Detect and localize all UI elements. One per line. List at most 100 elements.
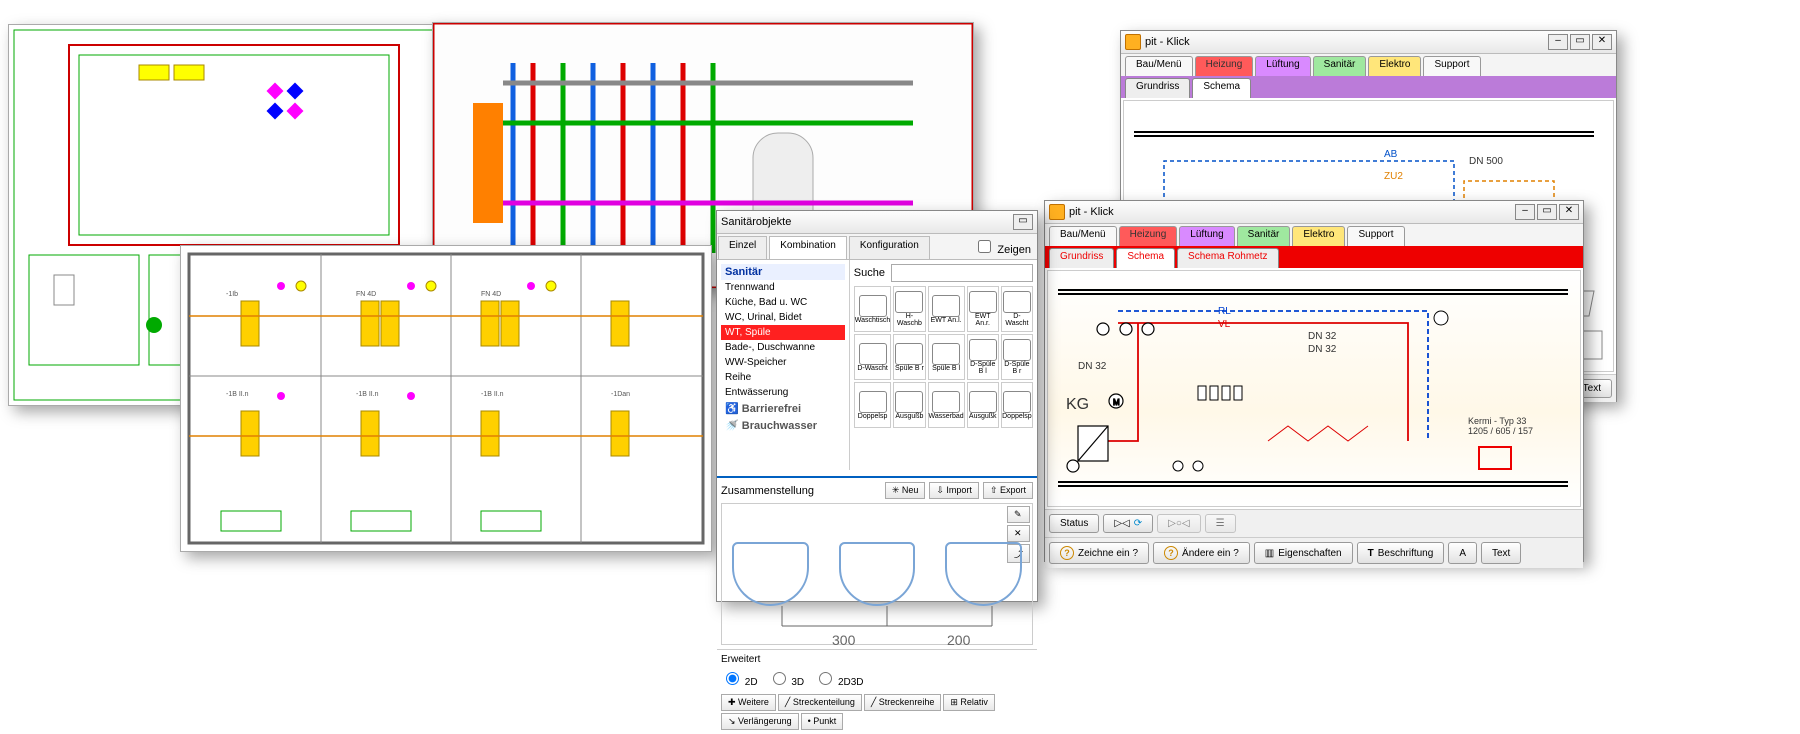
symbol-item[interactable]: Ausgußb	[893, 382, 925, 428]
sink-symbol	[945, 542, 1022, 606]
close-button[interactable]: ✕	[1592, 34, 1612, 50]
symbol-item[interactable]: Waschtisch	[854, 286, 892, 332]
tree-item[interactable]: WC, Urinal, Bidet	[721, 310, 845, 325]
symbol-item[interactable]: D-Spüle B l	[967, 334, 999, 380]
relativ-button[interactable]: ⊞ Relativ	[943, 694, 995, 711]
zeichne-button[interactable]: ?Zeichne ein ?	[1049, 542, 1149, 564]
symbol-item[interactable]: Doppelsp	[854, 382, 892, 428]
minimize-button[interactable]: –	[1515, 204, 1535, 220]
sub-tabs: Grundriss Schema	[1121, 76, 1616, 98]
a-button[interactable]: A	[1448, 542, 1477, 564]
punkt-button[interactable]: • Punkt	[801, 713, 844, 730]
dialog-footer: Erweitert 2D 3D 2D3D ✚ Weitere ╱ Strecke…	[717, 649, 1037, 734]
subtab-rohmetz[interactable]: Schema Rohmetz	[1177, 248, 1278, 268]
zusammen-label: Zusammenstellung	[721, 485, 881, 497]
valve-tool-3[interactable]: ☰	[1205, 514, 1236, 533]
titlebar[interactable]: Sanitärobjekte ▭	[717, 211, 1037, 234]
tab-support[interactable]: Support	[1347, 226, 1404, 246]
tab-sanitaer[interactable]: Sanitär	[1313, 56, 1367, 76]
preview-tool[interactable]: ✎	[1007, 506, 1030, 523]
schema-canvas[interactable]: RL VL DN 32 DN 32 DN 32 KG 1 Kermi - Typ…	[1047, 270, 1581, 507]
streckenteilung-button[interactable]: ╱ Streckenteilung	[778, 694, 862, 711]
tree-item-selected[interactable]: WT, Spüle	[721, 325, 845, 340]
search-input[interactable]	[891, 264, 1033, 282]
close-button[interactable]: ✕	[1559, 204, 1579, 220]
valve-tool-2[interactable]: ▷○◁	[1157, 514, 1200, 533]
import-button[interactable]: ⇩ Import	[929, 482, 979, 499]
verlaengerung-button[interactable]: ↘ Verlängerung	[721, 713, 799, 730]
titlebar[interactable]: pit - Klick – ▭ ✕	[1045, 201, 1583, 224]
main-tabs: Bau/Menü Heizung Lüftung Sanitär Elektro…	[1045, 224, 1583, 246]
window-controls: – ▭ ✕	[1515, 204, 1579, 220]
beschriftung-button[interactable]: T Beschriftung	[1357, 542, 1445, 564]
tree-item[interactable]: Küche, Bad u. WC	[721, 295, 845, 310]
subtab-grundriss[interactable]: Grundriss	[1049, 248, 1114, 268]
window-title: pit - Klick	[1069, 206, 1114, 218]
symbol-item[interactable]: D-Wascht	[854, 334, 892, 380]
symbol-item[interactable]: H-Waschb	[893, 286, 925, 332]
preview-canvas[interactable]: ✎ ✕ ⤴ 300 200	[721, 503, 1033, 645]
symbol-item[interactable]: Wasserbad	[928, 382, 965, 428]
subtab-schema[interactable]: Schema	[1192, 78, 1251, 98]
symbol-item[interactable]: D-Spüle B r	[1001, 334, 1033, 380]
tab-elektro[interactable]: Elektro	[1292, 226, 1345, 246]
neu-button[interactable]: ✳ Neu	[885, 482, 926, 499]
maximize-button[interactable]: ▭	[1537, 204, 1557, 220]
category-tree[interactable]: Sanitär Trennwand Küche, Bad u. WC WC, U…	[717, 260, 850, 470]
valve-tool-1[interactable]: ▷◁⟳	[1103, 514, 1153, 533]
svg-text:-1B II.n: -1B II.n	[226, 391, 249, 398]
titlebar[interactable]: pit - Klick – ▭ ✕	[1121, 31, 1616, 54]
zeigen-checkbox[interactable]: Zeigen	[974, 244, 1031, 256]
tree-item[interactable]: Bade-, Duschwanne	[721, 340, 845, 355]
status-button[interactable]: Status	[1049, 514, 1099, 533]
tree-header-brauchwasser[interactable]: 🚿 Brauchwasser	[721, 417, 845, 434]
tab-baumenu[interactable]: Bau/Menü	[1125, 56, 1193, 76]
symbol-item[interactable]: Doppelsp	[1001, 382, 1033, 428]
minimize-button[interactable]: –	[1548, 34, 1568, 50]
tree-item[interactable]: WW-Speicher	[721, 355, 845, 370]
tree-header-barrierefrei[interactable]: ♿ Barrierefrei	[721, 400, 845, 417]
close-button[interactable]: ▭	[1013, 214, 1033, 230]
export-button[interactable]: ⇧ Export	[983, 482, 1033, 499]
tree-item[interactable]: Entwässerung	[721, 385, 845, 400]
tab-elektro[interactable]: Elektro	[1368, 56, 1421, 76]
radio-2d3d[interactable]: 2D3D	[814, 669, 863, 688]
symbol-item[interactable]: Ausgußk	[967, 382, 999, 428]
tab-kombination[interactable]: Kombination	[769, 236, 847, 259]
tab-lueftung[interactable]: Lüftung	[1179, 226, 1234, 246]
tab-baumenu[interactable]: Bau/Menü	[1049, 226, 1117, 246]
symbol-item[interactable]: Spüle B l	[928, 334, 965, 380]
subtab-schema[interactable]: Schema	[1116, 248, 1175, 268]
window-controls: – ▭ ✕	[1548, 34, 1612, 50]
preview-tool[interactable]: ✕	[1007, 525, 1030, 542]
subtab-grundriss[interactable]: Grundriss	[1125, 78, 1190, 98]
tree-item[interactable]: Trennwand	[721, 280, 845, 295]
symbol-item[interactable]: EWT An.r.	[967, 286, 999, 332]
symbol-item[interactable]: EWT An.l.	[928, 286, 965, 332]
tree-item[interactable]: Reihe	[721, 370, 845, 385]
tab-konfiguration[interactable]: Konfiguration	[849, 236, 930, 259]
tab-einzel[interactable]: Einzel	[718, 236, 767, 259]
dialog-tabs: Einzel Kombination Konfiguration Zeigen	[717, 234, 1037, 260]
aendere-button[interactable]: ?Ändere ein ?	[1153, 542, 1250, 564]
svg-text:-1B II.n: -1B II.n	[356, 391, 379, 398]
sink-symbol	[839, 542, 916, 606]
maximize-button[interactable]: ▭	[1570, 34, 1590, 50]
tab-sanitaer[interactable]: Sanitär	[1237, 226, 1291, 246]
svg-text:M: M	[1113, 398, 1120, 407]
tab-heizung[interactable]: Heizung	[1195, 56, 1254, 76]
text-button[interactable]: Text	[1481, 542, 1521, 564]
tab-support[interactable]: Support	[1423, 56, 1480, 76]
streckenreihe-button[interactable]: ╱ Streckenreihe	[864, 694, 941, 711]
tree-header-sanitaer[interactable]: Sanitär	[721, 264, 845, 280]
symbol-item[interactable]: Spüle B r	[893, 334, 925, 380]
tab-heizung[interactable]: Heizung	[1119, 226, 1178, 246]
radio-2d[interactable]: 2D	[721, 669, 758, 688]
symbol-item[interactable]: D-Wascht	[1001, 286, 1033, 332]
svg-text:FN 4D: FN 4D	[356, 291, 376, 298]
zusammenstellung-panel: Zusammenstellung ✳ Neu ⇩ Import ⇧ Export…	[717, 476, 1037, 649]
weitere-button[interactable]: ✚ Weitere	[721, 694, 776, 711]
eigenschaften-button[interactable]: ▥ Eigenschaften	[1254, 542, 1353, 564]
tab-lueftung[interactable]: Lüftung	[1255, 56, 1310, 76]
radio-3d[interactable]: 3D	[768, 669, 805, 688]
